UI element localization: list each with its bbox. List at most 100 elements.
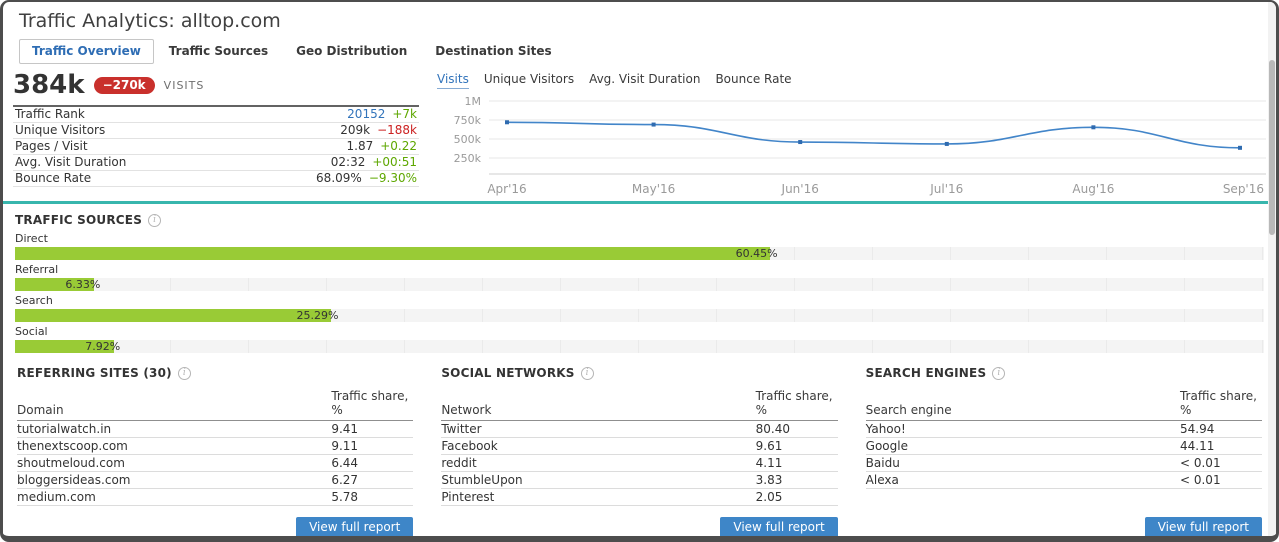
svg-text:250k: 250k <box>454 152 482 165</box>
share-cell: 44.11 <box>1179 437 1262 455</box>
share-cell: 54.94 <box>1179 420 1262 438</box>
domain-cell: bloggersideas.com <box>17 471 332 489</box>
bar-value: 60.45% <box>735 247 778 260</box>
stat-label: Bounce Rate <box>13 170 226 187</box>
stat-label: Pages / Visit <box>13 138 226 155</box>
table-row: Twitter 80.40 <box>441 420 838 438</box>
share-cell: 6.27 <box>331 471 414 489</box>
stat-row-unique-visitors: Unique Visitors 209k −188k <box>13 122 419 139</box>
svg-text:Aug'16: Aug'16 <box>1072 182 1114 196</box>
search-engines-heading: SEARCH ENGINES <box>865 366 987 380</box>
bottom-tables-section: REFERRING SITES (30) Domain Traffic shar… <box>3 356 1276 536</box>
bar-row-search: Search 25.29% <box>15 294 1264 322</box>
table-row: StumbleUpon 3.83 <box>441 471 838 489</box>
bar-row-direct: Direct 60.45% <box>15 232 1264 260</box>
info-icon[interactable] <box>992 366 1006 380</box>
stat-value: 209k <box>340 123 371 137</box>
tab-traffic-sources[interactable]: Traffic Sources <box>156 39 281 64</box>
table-row: Google 44.11 <box>865 437 1262 455</box>
info-icon[interactable] <box>580 366 594 380</box>
svg-text:1M: 1M <box>465 95 482 108</box>
stat-label: Unique Visitors <box>13 122 226 139</box>
visits-change-badge: −270k <box>93 76 155 94</box>
tab-traffic-overview[interactable]: Traffic Overview <box>19 39 154 64</box>
share-cell: 9.11 <box>331 437 414 455</box>
column-header-traffic-share: Traffic share, % <box>755 389 838 421</box>
referring-sites-heading: REFERRING SITES (30) <box>17 366 172 380</box>
stat-value: 20152 <box>347 107 386 121</box>
table-row: Alexa < 0.01 <box>865 471 1262 489</box>
column-header-network: Network <box>441 389 756 421</box>
engine-cell: Google <box>865 437 1180 455</box>
svg-text:500k: 500k <box>454 133 482 146</box>
scrollbar-thumb[interactable] <box>1269 60 1275 235</box>
visits-summary: 384k −270k VISITS <box>13 70 419 105</box>
bar-track: 60.45% <box>15 247 1264 260</box>
stat-value: 1.87 <box>346 139 374 153</box>
stat-change: −188k <box>377 123 417 137</box>
table-row: bloggersideas.com 6.27 <box>17 471 414 489</box>
bar-track: 7.92% <box>15 340 1264 353</box>
stat-row-avg-visit-duration: Avg. Visit Duration 02:32 +00:51 <box>13 154 419 171</box>
stat-row-pages-per-visit: Pages / Visit 1.87 +0.22 <box>13 138 419 155</box>
social-networks-table: Network Traffic share, % Twitter 80.40 Fa… <box>441 389 838 506</box>
bar-label: Referral <box>15 263 59 276</box>
table-row: thenextscoop.com 9.11 <box>17 437 414 455</box>
traffic-sources-bars: Direct 60.45% Referral 6.33% Search 25.2… <box>15 232 1264 353</box>
view-full-report-button-search[interactable]: View full report <box>1144 517 1262 536</box>
table-row: Facebook 9.61 <box>441 437 838 455</box>
table-row: Pinterest 2.05 <box>441 488 838 506</box>
search-engines-panel: SEARCH ENGINES Search engine Traffic sha… <box>852 366 1276 536</box>
bar-row-social: Social 7.92% <box>15 325 1264 353</box>
table-row: medium.com 5.78 <box>17 488 414 506</box>
stat-label: Traffic Rank <box>13 106 226 123</box>
scrollbar-track[interactable] <box>1268 2 1276 536</box>
column-header-traffic-share: Traffic share, % <box>1179 389 1262 421</box>
page-title: Traffic Analytics: alltop.com <box>19 10 281 32</box>
traffic-sources-section: TRAFFIC SOURCES Direct 60.45% Referral 6… <box>3 204 1276 356</box>
chart-tab-unique-visitors[interactable]: Unique Visitors <box>484 72 574 89</box>
stat-value: 68.09% <box>316 171 362 185</box>
stat-change: −9.30% <box>368 171 417 185</box>
bar-fill <box>15 247 771 260</box>
share-cell: 9.41 <box>331 420 414 438</box>
svg-text:750k: 750k <box>454 114 482 127</box>
svg-text:May'16: May'16 <box>632 182 675 196</box>
chart-tab-avg-visit-duration[interactable]: Avg. Visit Duration <box>589 72 700 89</box>
bar-label: Search <box>15 294 53 307</box>
visits-line-chart: 1M 750k 500k 250k Apr'16 May'16 Jun'16 Jul'16 Au… <box>454 95 1266 196</box>
share-cell: 2.05 <box>755 488 838 506</box>
network-cell: reddit <box>441 454 756 472</box>
table-row: shoutmeloud.com 6.44 <box>17 454 414 472</box>
stat-label: Avg. Visit Duration <box>13 154 226 171</box>
table-row: tutorialwatch.in 9.41 <box>17 420 414 438</box>
chart-tab-visits[interactable]: Visits <box>437 72 469 89</box>
network-cell: Twitter <box>441 420 756 438</box>
column-header-traffic-share: Traffic share, % <box>331 389 414 421</box>
tab-destination-sites[interactable]: Destination Sites <box>422 39 564 64</box>
share-cell: 9.61 <box>755 437 838 455</box>
engine-cell: Alexa <box>865 471 1180 489</box>
nav-tab-bar: Traffic Overview Traffic Sources Geo Dis… <box>19 39 1260 64</box>
view-full-report-button-social[interactable]: View full report <box>720 517 838 536</box>
chart-tab-bounce-rate[interactable]: Bounce Rate <box>715 72 791 89</box>
stat-change: +00:51 <box>372 155 417 169</box>
column-header-domain: Domain <box>17 389 332 421</box>
info-icon[interactable] <box>177 366 191 380</box>
svg-text:Apr'16: Apr'16 <box>487 182 526 196</box>
tab-geo-distribution[interactable]: Geo Distribution <box>283 39 420 64</box>
view-full-report-button-referring[interactable]: View full report <box>296 517 414 536</box>
share-cell: 80.40 <box>755 420 838 438</box>
bar-row-referral: Referral 6.33% <box>15 263 1264 291</box>
table-row: Baidu < 0.01 <box>865 454 1262 472</box>
network-cell: Facebook <box>441 437 756 455</box>
stat-row-traffic-rank: Traffic Rank 20152 +7k <box>13 106 419 123</box>
overview-stats-table: Traffic Rank 20152 +7k Unique Visitors 20… <box>13 105 419 187</box>
info-icon[interactable] <box>148 213 162 227</box>
traffic-sources-heading: TRAFFIC SOURCES <box>15 213 143 227</box>
share-cell: 5.78 <box>331 488 414 506</box>
bar-value: 6.33% <box>65 278 101 291</box>
engine-cell: Yahoo! <box>865 420 1180 438</box>
svg-text:Sep'16: Sep'16 <box>1223 182 1264 196</box>
network-cell: Pinterest <box>441 488 756 506</box>
